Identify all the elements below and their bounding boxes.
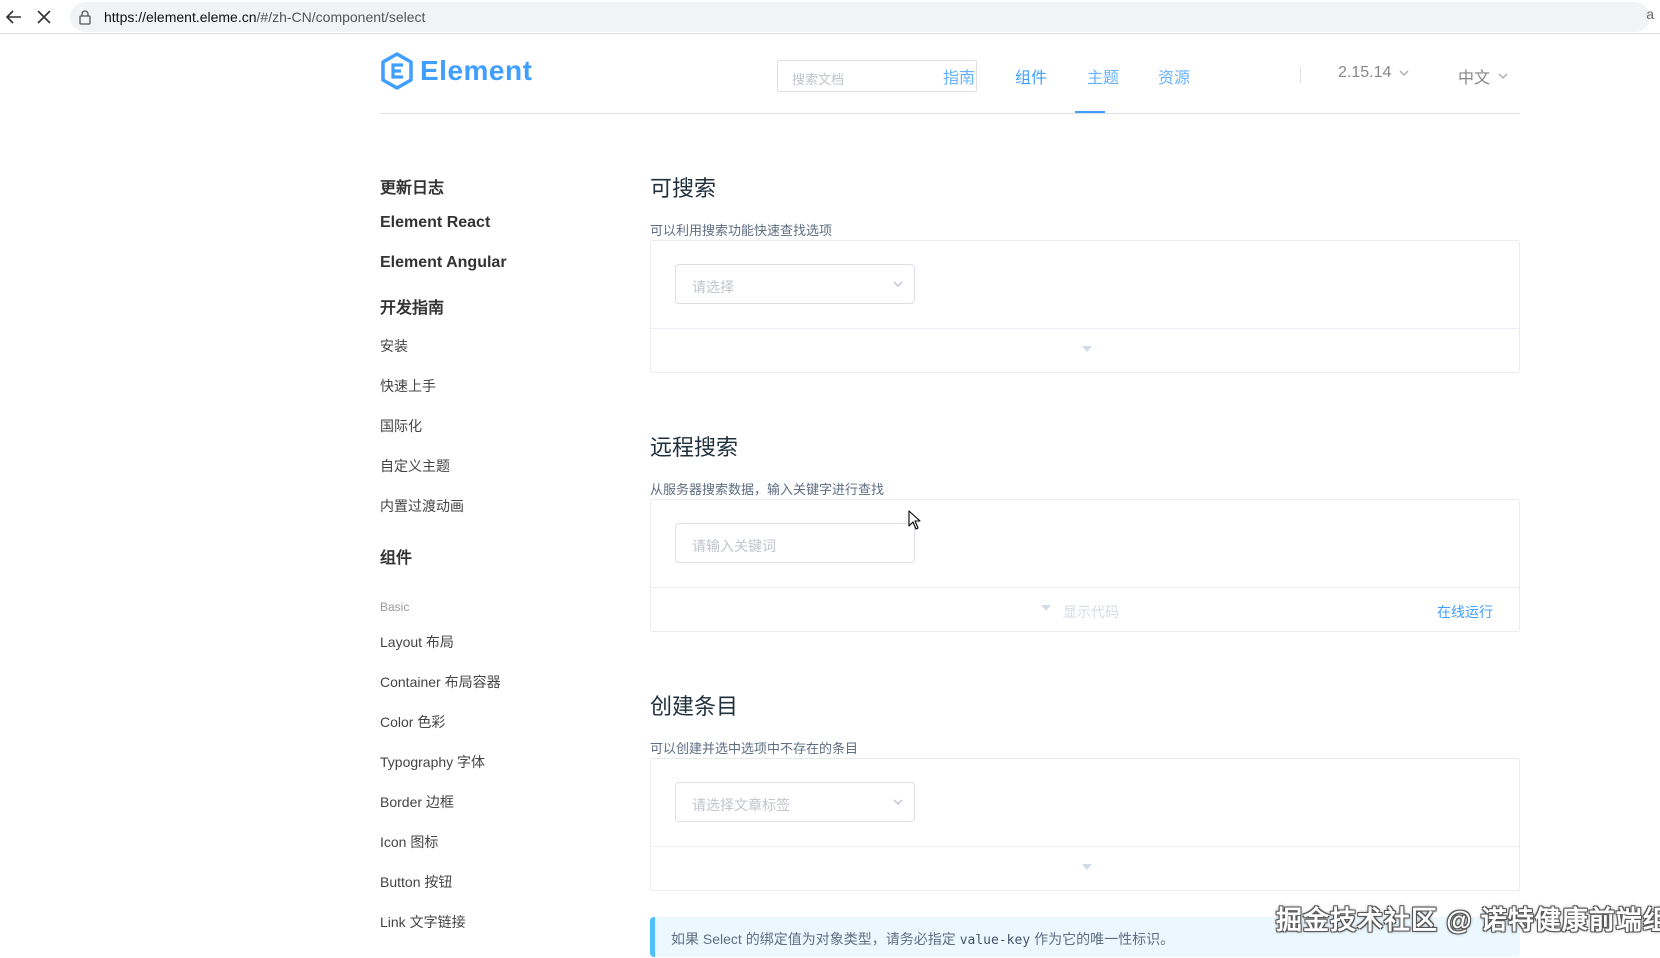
- select-placeholder: 请选择文章标签: [692, 797, 790, 813]
- sidebar-item-typography[interactable]: Typography 字体: [380, 752, 485, 772]
- section-desc-create-item: 可以创建并选中选项中不存在的条目: [650, 741, 859, 756]
- sidebar-item-container[interactable]: Container 布局容器: [380, 672, 501, 692]
- tip-code: value-key: [959, 933, 1031, 948]
- language-label: 中文: [1458, 70, 1491, 87]
- sidebar-item-i18n[interactable]: 国际化: [380, 416, 422, 436]
- active-nav-indicator: [1075, 111, 1105, 113]
- sidebar-item-transition[interactable]: 内置过渡动画: [380, 496, 464, 516]
- input-placeholder: 请输入关键词: [692, 538, 776, 554]
- sidebar-item-color[interactable]: Color 色彩: [380, 712, 445, 732]
- version-label: 2.15.14: [1338, 64, 1392, 81]
- sidebar-group-basic: Basic: [380, 600, 410, 614]
- create-item-select[interactable]: 请选择文章标签: [675, 782, 915, 822]
- version-dropdown[interactable]: 2.15.14: [1338, 64, 1409, 82]
- caret-down-icon: [1082, 864, 1092, 870]
- search-placeholder: 搜索文档: [792, 72, 845, 87]
- url-text[interactable]: https://element.eleme.cn/#/zh-CN/compone…: [104, 9, 425, 25]
- section-desc-remote-search: 从服务器搜索数据，输入关键字进行查找: [650, 482, 885, 497]
- tip-text: 如果 Select 的绑定值为对象类型，请务必指定 value-key 作为它的唯一…: [671, 931, 1175, 948]
- caret-down-icon: [1041, 605, 1051, 611]
- nav-resource[interactable]: 资源: [1158, 64, 1190, 88]
- site-header: Element 搜索文档 指南 组件 主题 资源 2.15.14 中文: [380, 34, 1520, 114]
- nav-guide[interactable]: 指南: [943, 64, 975, 88]
- reader-mode-icon[interactable]: a: [1646, 6, 1654, 22]
- sidebar-item-border[interactable]: Border 边框: [380, 792, 454, 812]
- sidebar-item-layout[interactable]: Layout 布局: [380, 632, 454, 652]
- sidebar-item-element-angular[interactable]: Element Angular: [380, 254, 507, 272]
- sidebar-item-icon[interactable]: Icon 图标: [380, 832, 438, 852]
- section-title-create-item: 创建条目: [650, 694, 739, 719]
- run-online-button[interactable]: 在线运行: [1437, 602, 1493, 622]
- demo-control-toggle[interactable]: [651, 329, 1519, 372]
- caret-down-icon: [1082, 346, 1092, 352]
- demo-source: 请选择: [651, 241, 1519, 329]
- sidebar-item-custom-theme[interactable]: 自定义主题: [380, 456, 450, 476]
- section-title-remote-search: 远程搜索: [650, 435, 739, 460]
- sidebar-item-button[interactable]: Button 按钮: [380, 872, 452, 892]
- mouse-cursor-icon: [908, 510, 921, 530]
- demo-control-toggle[interactable]: 显示代码 在线运行: [651, 588, 1519, 631]
- remote-search-input[interactable]: 请输入关键词: [675, 523, 915, 563]
- demo-source: 请选择文章标签: [651, 759, 1519, 847]
- element-logo[interactable]: Element: [380, 52, 532, 90]
- section-desc-filterable: 可以利用搜索功能快速查找选项: [650, 223, 833, 238]
- element-hexagon-icon: [381, 52, 413, 90]
- demo-source: 请输入关键词: [651, 500, 1519, 588]
- sidebar-heading-dev-guide: 开发指南: [380, 300, 445, 317]
- watermark-text: 掘金技术社区 @ 诺特健康前端组: [1276, 905, 1660, 935]
- sidebar-heading-components: 组件: [380, 550, 413, 567]
- section-title-filterable: 可搜索: [650, 176, 717, 201]
- address-bar[interactable]: https://element.eleme.cn/#/zh-CN/compone…: [70, 2, 1654, 32]
- logo-text: Element: [420, 55, 533, 86]
- filterable-select[interactable]: 请选择: [675, 264, 915, 304]
- sidebar-item-quickstart[interactable]: 快速上手: [380, 376, 436, 396]
- demo-block-filterable: 请选择: [650, 240, 1520, 373]
- sidebar-item-element-react[interactable]: Element React: [380, 214, 490, 232]
- chevron-down-icon: [893, 281, 903, 287]
- demo-block-create-item: 请选择文章标签: [650, 758, 1520, 891]
- nav-theme[interactable]: 主题: [1087, 64, 1119, 88]
- nav-component[interactable]: 组件: [1015, 64, 1047, 88]
- demo-control-toggle[interactable]: [651, 847, 1519, 890]
- language-dropdown[interactable]: 中文: [1458, 64, 1508, 88]
- show-code-label[interactable]: 显示代码: [1063, 602, 1119, 622]
- browser-toolbar: https://element.eleme.cn/#/zh-CN/compone…: [0, 0, 1660, 34]
- back-arrow-icon[interactable]: [0, 3, 28, 31]
- chevron-down-icon: [1498, 73, 1508, 79]
- stop-loading-icon[interactable]: [30, 3, 58, 31]
- select-placeholder: 请选择: [692, 279, 734, 295]
- sidebar-item-changelog[interactable]: 更新日志: [380, 174, 444, 198]
- lock-icon[interactable]: [78, 9, 92, 30]
- nav-divider: [1300, 67, 1301, 83]
- chevron-down-icon: [893, 799, 903, 805]
- sidebar-item-install[interactable]: 安装: [380, 336, 408, 356]
- sidebar-item-link[interactable]: Link 文字链接: [380, 912, 466, 932]
- demo-block-remote-search: 请输入关键词 显示代码 在线运行: [650, 499, 1520, 632]
- chevron-down-icon: [1399, 70, 1409, 76]
